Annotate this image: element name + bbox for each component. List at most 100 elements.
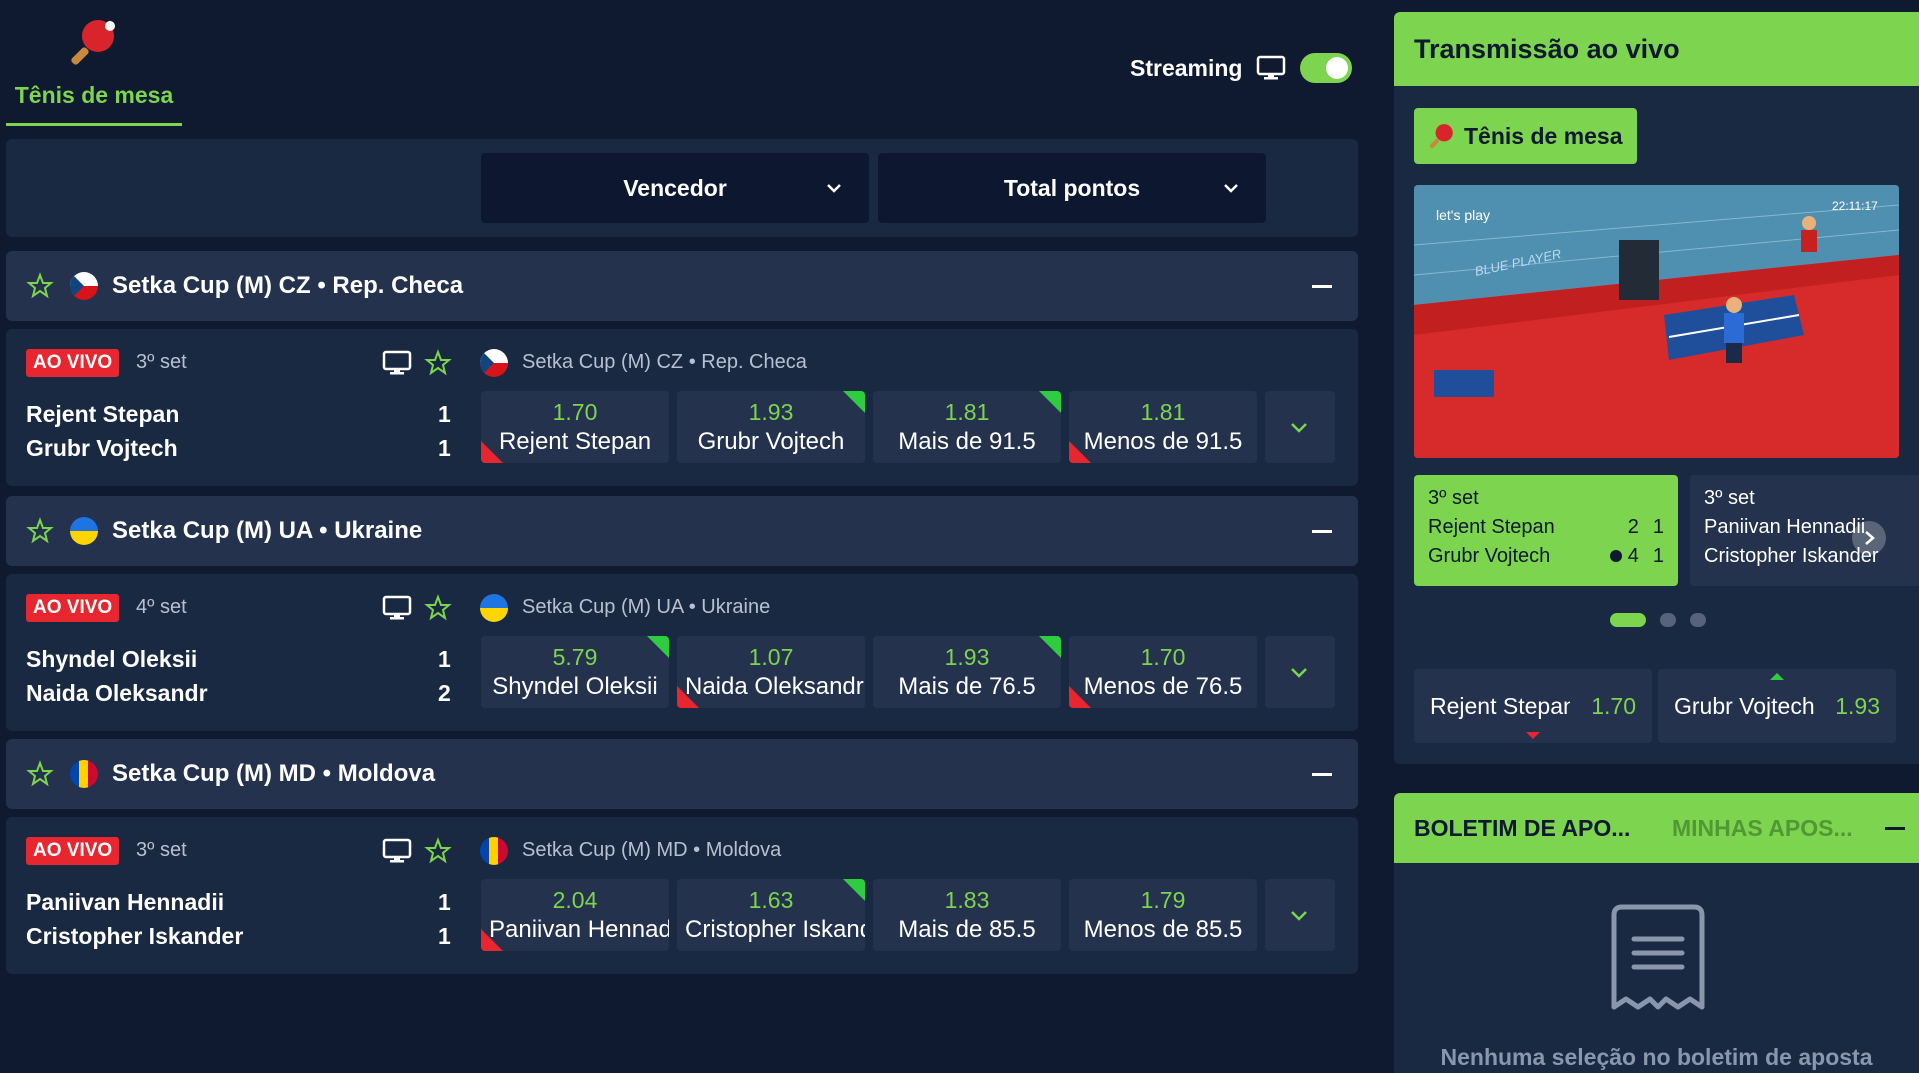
odd-name: Mais de 91.5 — [898, 428, 1036, 455]
collapse-icon[interactable] — [1312, 773, 1332, 776]
monitor-icon[interactable] — [382, 838, 412, 864]
odd-button[interactable]: 1.70 Rejent Stepan — [481, 391, 669, 463]
sport-tab-label: Tênis de mesa — [14, 82, 174, 108]
betslip-panel: BOLETIM DE APO... MINHAS APOS... Nenhuma… — [1394, 793, 1919, 1073]
ukraine-flag-icon — [70, 517, 98, 545]
score-card-sets: 4 — [1627, 545, 1639, 567]
match-row: AO VIVO 3º set Setka Cup (M) CZ • Rep. C… — [6, 329, 1358, 486]
receipt-icon — [1611, 904, 1705, 1010]
star-icon[interactable] — [26, 272, 54, 300]
live-badge: AO VIVO — [26, 349, 120, 377]
collapse-icon[interactable] — [1312, 285, 1332, 288]
star-icon[interactable] — [424, 349, 452, 377]
more-markets-button[interactable] — [1265, 391, 1335, 463]
quick-odd-button[interactable]: Grubr Vojtech 1.93 — [1658, 669, 1896, 743]
match-league: Setka Cup (M) MD • Moldova — [522, 839, 782, 861]
odd-button[interactable]: 1.93 Grubr Vojtech — [677, 391, 865, 463]
carousel-next-button[interactable] — [1852, 521, 1886, 555]
star-icon[interactable] — [26, 760, 54, 788]
live-sport-chip[interactable]: Tênis de mesa — [1414, 108, 1637, 164]
carousel-dot[interactable] — [1610, 613, 1646, 627]
odds-down-indicator — [1526, 732, 1540, 739]
odd-name: Menos de 76.5 — [1083, 673, 1243, 700]
my-bets-tab[interactable]: MINHAS APOS... — [1672, 815, 1853, 842]
collapse-icon[interactable] — [1312, 530, 1332, 533]
odd-button[interactable]: 1.81 Menos de 91.5 — [1069, 391, 1257, 463]
match-league: Setka Cup (M) CZ • Rep. Checa — [522, 351, 807, 373]
market-dropdown-total-points[interactable]: Total pontos — [878, 153, 1266, 223]
score-away: 1 — [438, 923, 451, 949]
odds-down-indicator — [481, 929, 503, 951]
czech-flag-icon — [70, 272, 98, 300]
live-panel-title: Transmissão ao vivo — [1394, 12, 1919, 86]
odd-button[interactable]: 5.79 Shyndel Oleksii — [481, 636, 669, 708]
set-label: 3º set — [136, 351, 187, 373]
league-header[interactable]: Setka Cup (M) UA • Ukraine — [6, 496, 1358, 566]
match-row: AO VIVO 4º set Setka Cup (M) UA • Ukrain… — [6, 574, 1358, 731]
chevron-down-icon — [1291, 668, 1307, 678]
czech-flag-icon — [480, 349, 508, 377]
odd-name: Grubr Vojtech — [697, 428, 845, 455]
quick-odd-value: 1.93 — [1835, 692, 1880, 719]
score-card-sets: 2 — [1627, 516, 1639, 538]
odd-button[interactable]: 1.07 Naida Oleksandr — [677, 636, 865, 708]
video-player[interactable]: let's play 22:11:17 BLUE PLAYER — [1414, 185, 1899, 458]
monitor-icon[interactable] — [382, 595, 412, 621]
set-label: 4º set — [136, 596, 187, 618]
betslip-tab[interactable]: BOLETIM DE APO... — [1414, 815, 1630, 842]
odd-button[interactable]: 1.83 Mais de 85.5 — [873, 879, 1061, 951]
league-header[interactable]: Setka Cup (M) CZ • Rep. Checa — [6, 251, 1358, 321]
star-icon[interactable] — [26, 517, 54, 545]
league-header[interactable]: Setka Cup (M) MD • Moldova — [6, 739, 1358, 809]
odd-name: Shyndel Oleksii — [492, 673, 658, 700]
player-home: Paniivan Hennadii — [26, 889, 225, 915]
streaming-toggle[interactable] — [1300, 53, 1353, 83]
player-away: Naida Oleksandr — [26, 680, 208, 706]
player-away: Grubr Vojtech — [26, 435, 178, 461]
score-away: 1 — [438, 435, 451, 461]
star-icon[interactable] — [424, 837, 452, 865]
chevron-down-icon — [1291, 423, 1307, 433]
odds-up-indicator — [1770, 673, 1784, 680]
star-icon[interactable] — [424, 594, 452, 622]
odd-button[interactable]: 1.81 Mais de 91.5 — [873, 391, 1061, 463]
live-score-card[interactable]: 3º set Rejent Stepan 21 Grubr Vojtech 41 — [1414, 475, 1678, 586]
streaming-label: Streaming — [1130, 54, 1243, 81]
odd-button[interactable]: 2.04 Paniivan Hennadii — [481, 879, 669, 951]
odd-value: 2.04 — [552, 887, 598, 913]
quick-odd-name: Grubr Vojtech — [1674, 692, 1814, 719]
video-frame — [1414, 185, 1899, 458]
odd-button[interactable]: 1.63 Cristopher Iskander — [677, 879, 865, 951]
set-label: 3º set — [136, 839, 187, 861]
player-home: Rejent Stepan — [26, 401, 180, 427]
monitor-icon[interactable] — [382, 350, 412, 376]
carousel-dot[interactable] — [1690, 613, 1706, 627]
odd-value: 1.93 — [748, 399, 794, 425]
more-markets-button[interactable] — [1265, 636, 1335, 708]
odd-name: Naida Oleksandr — [685, 673, 864, 700]
odd-name: Paniivan Hennadii — [489, 916, 669, 943]
odds-down-indicator — [677, 686, 699, 708]
odd-button[interactable]: 1.93 Mais de 76.5 — [873, 636, 1061, 708]
collapse-icon[interactable] — [1885, 827, 1905, 830]
video-caption: let's play — [1436, 207, 1491, 223]
video-time: 22:11:17 — [1832, 199, 1878, 213]
odd-button[interactable]: 1.79 Menos de 85.5 — [1069, 879, 1257, 951]
odd-button[interactable]: 1.70 Menos de 76.5 — [1069, 636, 1257, 708]
score-home: 1 — [438, 889, 451, 915]
odd-value: 1.07 — [748, 644, 794, 670]
score-card-points: 1 — [1652, 545, 1664, 567]
odd-name: Mais de 76.5 — [898, 673, 1036, 700]
sport-tab-table-tennis[interactable]: Tênis de mesa — [6, 16, 182, 126]
more-markets-button[interactable] — [1265, 879, 1335, 951]
odd-value: 1.83 — [944, 887, 990, 913]
odd-value: 1.70 — [1140, 644, 1186, 670]
carousel-dot[interactable] — [1660, 613, 1676, 627]
league-title: Setka Cup (M) UA • Ukraine — [112, 517, 423, 544]
market-dropdown-winner[interactable]: Vencedor — [481, 153, 869, 223]
odds-down-indicator — [1069, 441, 1091, 463]
league-title: Setka Cup (M) CZ • Rep. Checa — [112, 272, 464, 299]
chevron-down-icon — [827, 184, 841, 193]
quick-odd-button[interactable]: Rejent Stepan 1.70 — [1414, 669, 1652, 743]
odd-value: 1.93 — [944, 644, 990, 670]
